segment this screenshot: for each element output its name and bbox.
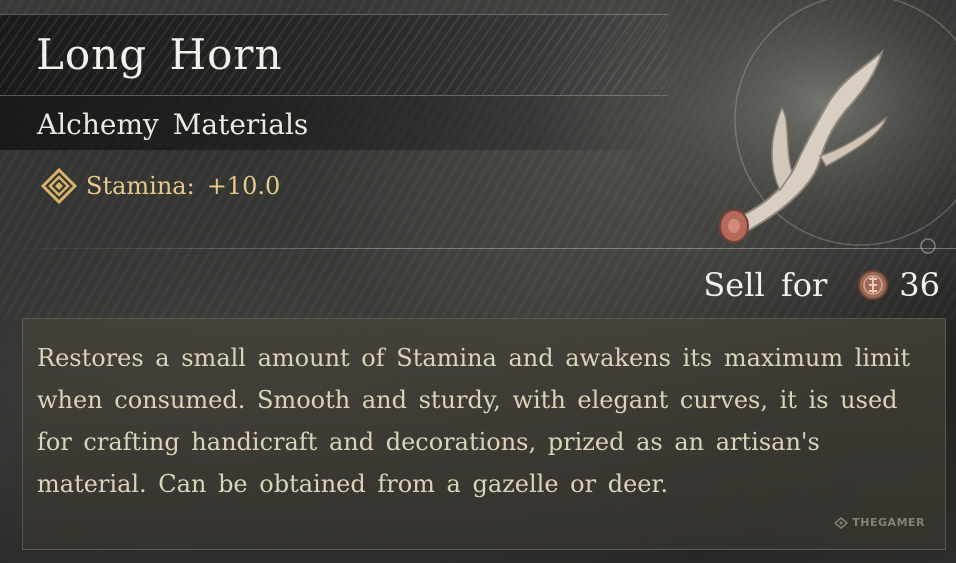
item-name: Long Horn	[36, 30, 283, 79]
watermark-text: THEGAMER	[852, 516, 925, 529]
sell-price: 36	[899, 266, 940, 304]
sell-divider	[0, 248, 956, 249]
long-horn-item-image	[620, 0, 956, 258]
item-category: Alchemy Materials	[37, 108, 309, 141]
stat-label: Stamina:	[86, 172, 195, 200]
coin-icon	[858, 270, 889, 300]
watermark: THEGAMER	[834, 516, 925, 529]
description-panel: Restores a small amount of Stamina and a…	[22, 318, 946, 550]
stamina-diamond-icon	[40, 167, 78, 205]
item-description: Restores a small amount of Stamina and a…	[37, 344, 911, 498]
sell-label: Sell for	[703, 266, 828, 304]
stat-row: Stamina: +10.0	[40, 166, 280, 206]
stat-value: +10.0	[206, 172, 281, 200]
thegamer-logo-icon	[834, 516, 849, 529]
sell-row: Sell for 36	[703, 262, 940, 308]
